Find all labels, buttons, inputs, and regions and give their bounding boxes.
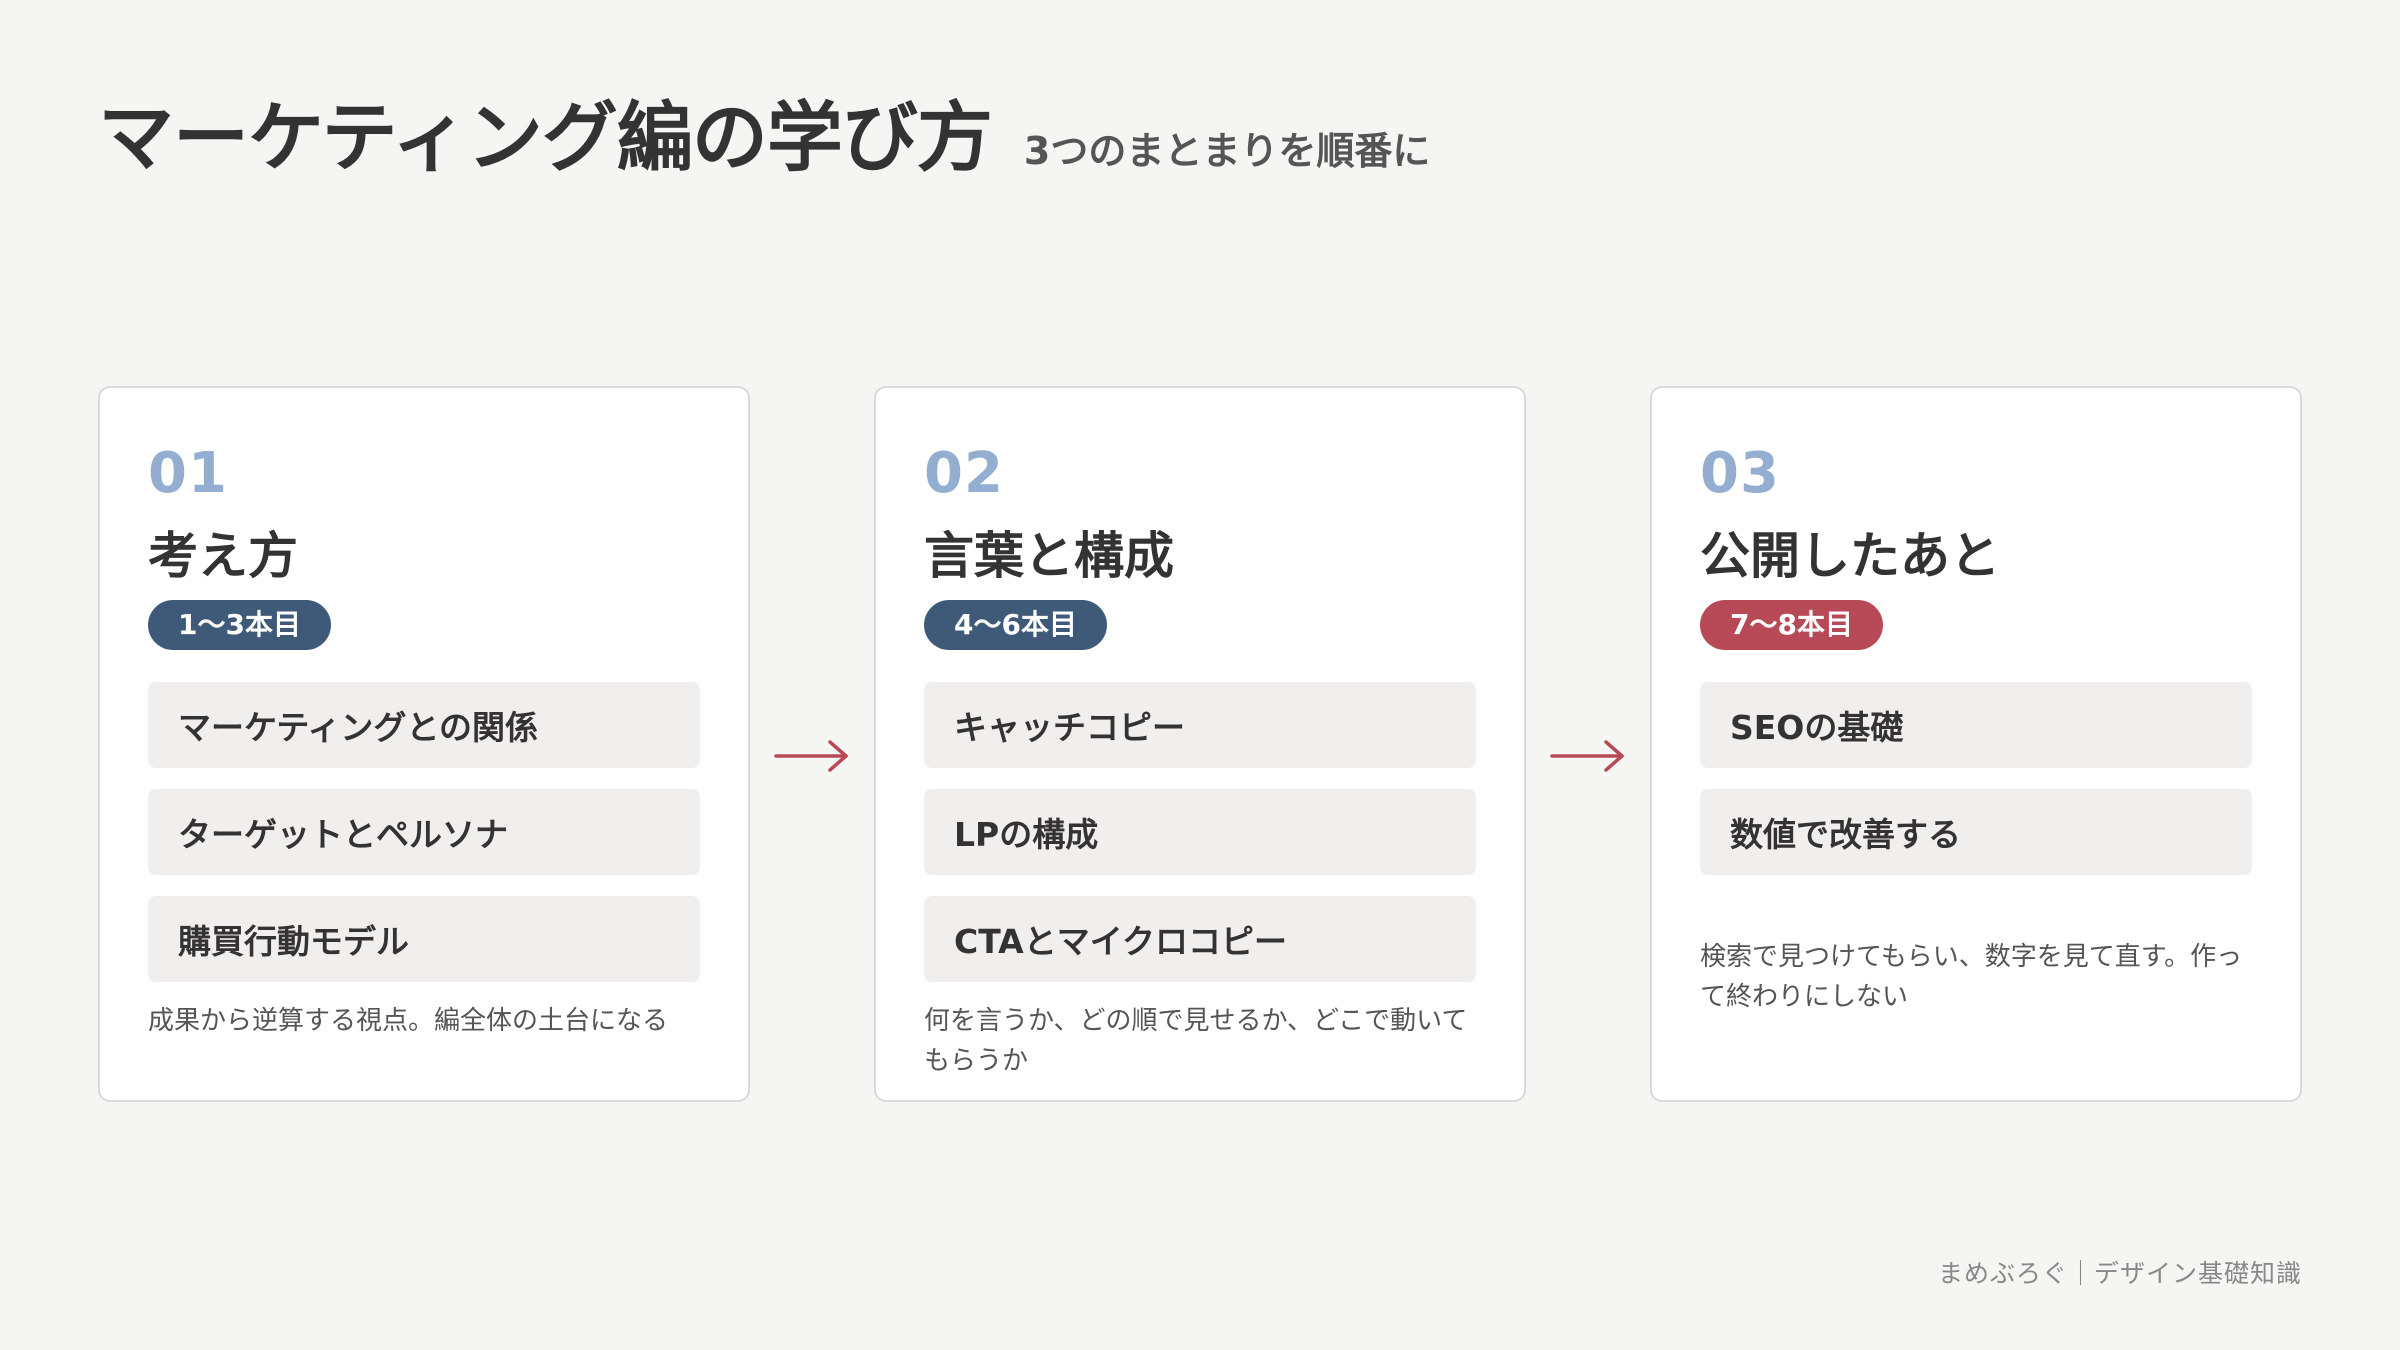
step-title: 考え方 — [148, 527, 298, 585]
step-description: 何を言うか、どの順で見せるか、どこで動いてもらうか — [924, 1006, 1468, 1076]
step-badge: 1〜3本目 — [148, 600, 331, 650]
step-item: SEOの基礎 — [1700, 682, 2252, 768]
step-title: 公開したあと — [1700, 527, 2000, 585]
header: マーケティング編の学び方 3つのまとまりを順番に — [98, 96, 1430, 180]
step-title: 言葉と構成 — [924, 527, 1174, 585]
page-title: マーケティング編の学び方 — [98, 93, 993, 182]
step-card-3: 03 公開したあと 7〜8本目 SEOの基礎 数値で改善する 検索で見つけてもら… — [1650, 386, 2302, 1102]
arrow-connector-1 — [750, 386, 874, 1102]
right-arrow-icon — [1550, 740, 1624, 772]
step-card-2: 02 言葉と構成 4〜6本目 キャッチコピー LPの構成 CTAとマイクロコピー… — [874, 386, 1526, 1102]
step-badge: 7〜8本目 — [1700, 600, 1883, 650]
step-item: 数値で改善する — [1700, 789, 2252, 875]
right-arrow-icon — [774, 740, 848, 772]
step-item-list: SEOの基礎 数値で改善する — [1700, 682, 2252, 875]
arrow-connector-2 — [1526, 386, 1650, 1102]
step-description: 成果から逆算する視点。編全体の土台になる — [148, 1006, 669, 1036]
footer-credit: まめぶろぐ｜デザイン基礎知識 — [1937, 1259, 2302, 1288]
step-number: 01 — [148, 441, 228, 506]
step-description: 検索で見つけてもらい、数字を見て直す。作って終わりにしない — [1700, 942, 2243, 1012]
steps-flow: 01 考え方 1〜3本目 マーケティングとの関係 ターゲットとペルソナ 購買行動… — [98, 386, 2302, 1102]
step-item-list: マーケティングとの関係 ターゲットとペルソナ 購買行動モデル — [148, 682, 700, 982]
step-number: 02 — [924, 441, 1004, 506]
step-item: マーケティングとの関係 — [148, 682, 700, 768]
step-badge: 4〜6本目 — [924, 600, 1107, 650]
step-item-list: キャッチコピー LPの構成 CTAとマイクロコピー — [924, 682, 1476, 982]
page-subtitle: 3つのまとまりを順番に — [1023, 129, 1431, 173]
step-item: 購買行動モデル — [148, 896, 700, 982]
step-card-1: 01 考え方 1〜3本目 マーケティングとの関係 ターゲットとペルソナ 購買行動… — [98, 386, 750, 1102]
step-item: LPの構成 — [924, 789, 1476, 875]
step-item: ターゲットとペルソナ — [148, 789, 700, 875]
step-number: 03 — [1700, 441, 1780, 506]
step-item: CTAとマイクロコピー — [924, 896, 1476, 982]
step-item: キャッチコピー — [924, 682, 1476, 768]
